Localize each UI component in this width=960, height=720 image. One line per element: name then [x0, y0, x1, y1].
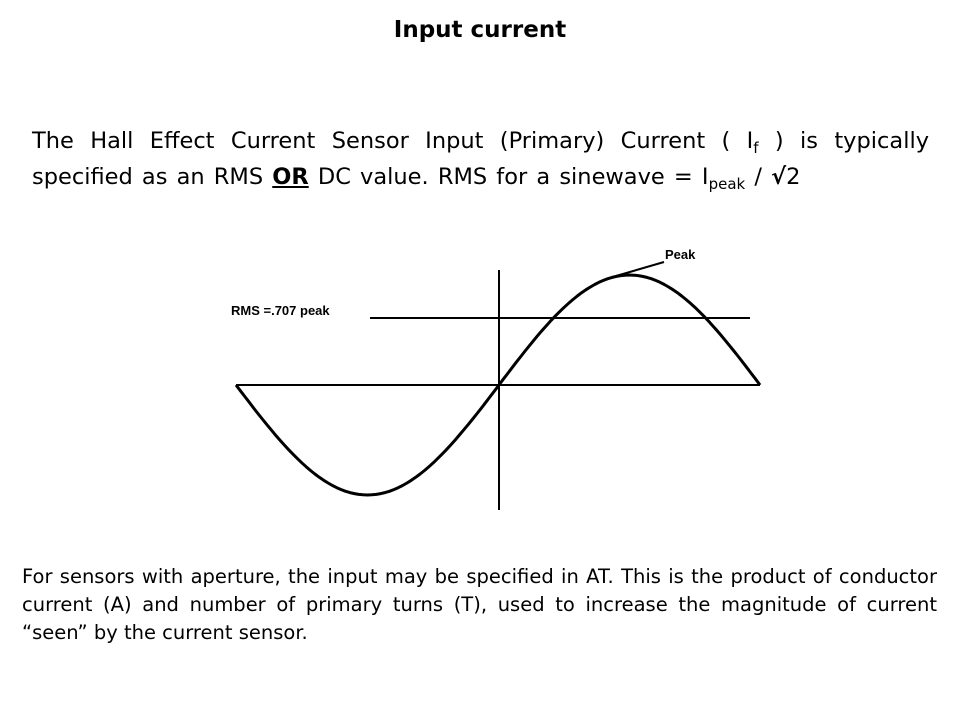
- peak-leader-line: [615, 261, 665, 277]
- peak-label: Peak: [665, 247, 696, 262]
- rms-label: RMS =.707 peak: [231, 303, 330, 318]
- aperture-paragraph: For sensors with aperture, the input may…: [22, 565, 937, 644]
